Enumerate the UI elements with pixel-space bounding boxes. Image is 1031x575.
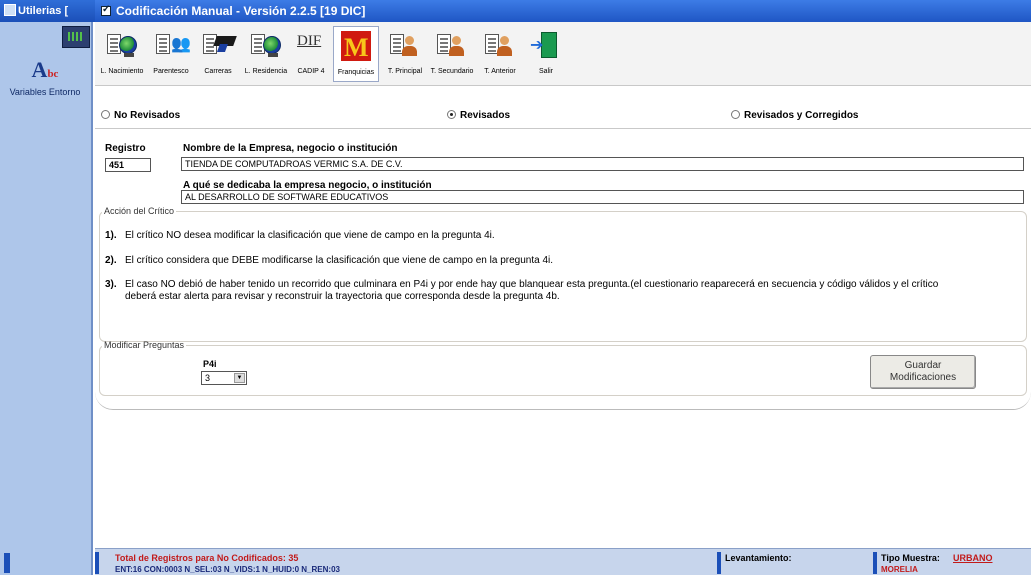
toolbar-label: T. Secundario bbox=[430, 68, 474, 75]
toolbar-label: Parentesco bbox=[153, 68, 189, 75]
toolbar-btn-carreras[interactable]: Carreras bbox=[195, 26, 241, 82]
toolbar-btn-l-nacimiento[interactable]: L. Nacimiento bbox=[99, 26, 145, 82]
actividad-field[interactable]: AL DESARROLLO DE SOFTWARE EDUCATIVOS bbox=[181, 190, 1024, 204]
toolbar-label: Carreras bbox=[204, 68, 232, 75]
toolbar-label: T. Anterior bbox=[484, 68, 516, 75]
accion-option-2[interactable]: 2). El crítico considera que DEBE modific… bbox=[105, 255, 947, 267]
toolbar-label: T. Principal bbox=[387, 68, 423, 75]
accion-critico-group: Acción del Crítico bbox=[99, 206, 1027, 342]
toolbar-btn-salir[interactable]: Salir bbox=[523, 26, 569, 82]
option-number: 1). bbox=[105, 230, 117, 241]
toolbar-btn-parentesco[interactable]: 👥 Parentesco bbox=[148, 26, 194, 82]
window-titlebar: Codificación Manual - Versión 2.2.5 [19 … bbox=[95, 0, 1031, 22]
status-marker bbox=[717, 552, 721, 574]
status-marker bbox=[873, 552, 877, 574]
app-icon bbox=[4, 4, 16, 16]
status-ciudad: MORELIA bbox=[881, 565, 918, 574]
toolbar-label: L. Residencia bbox=[244, 68, 288, 75]
status-tipo-muestra-label: Tipo Muestra: bbox=[881, 553, 940, 563]
radio-revisados[interactable]: Revisados bbox=[447, 110, 510, 121]
status-levantamiento: Levantamiento: bbox=[725, 553, 792, 563]
divider bbox=[95, 128, 1031, 129]
left-panel: Abc Variables Entorno bbox=[0, 22, 93, 575]
radio-label: No Revisados bbox=[114, 110, 181, 121]
panel-bottom-border bbox=[95, 388, 1031, 410]
outer-window-title: Utilerias [ bbox=[18, 5, 69, 17]
document-graduation-cap-icon bbox=[201, 30, 237, 60]
p4i-select[interactable]: 3 ▼ bbox=[201, 371, 247, 385]
p4i-label: P4i bbox=[203, 359, 217, 369]
document-globe-icon bbox=[249, 30, 283, 60]
toolbar-btn-t-principal[interactable]: T. Principal bbox=[382, 26, 428, 82]
toolbar-label: Salir bbox=[538, 68, 553, 75]
toolbar: L. Nacimiento 👥 Parentesco Carreras L. R… bbox=[95, 22, 1031, 86]
toolbar-label: CADIP 4 bbox=[297, 68, 325, 75]
p4i-value: 3 bbox=[205, 373, 211, 383]
outer-window-titlebar: Utilerias [ bbox=[0, 0, 95, 22]
accion-option-1[interactable]: 1). El crítico NO desea modificar la clas… bbox=[105, 230, 947, 242]
radio-circle bbox=[731, 110, 740, 119]
document-person-icon bbox=[388, 30, 422, 60]
registro-label: Registro bbox=[105, 143, 146, 154]
variables-entorno-item[interactable]: Abc Variables Entorno bbox=[0, 57, 90, 97]
chevron-down-icon[interactable]: ▼ bbox=[234, 373, 245, 383]
abc-icon: Abc bbox=[31, 57, 59, 82]
radio-label: Revisados y Corregidos bbox=[744, 110, 859, 121]
option-text: El caso NO debió de haber tenido un reco… bbox=[125, 279, 939, 302]
option-text: El crítico NO desea modificar la clasifi… bbox=[125, 230, 495, 241]
grid-icon bbox=[68, 32, 84, 41]
empresa-label: Nombre de la Empresa, negocio o instituc… bbox=[183, 143, 398, 154]
empresa-field[interactable]: TIENDA DE COMPUTADROAS VERMIC S.A. DE C.… bbox=[181, 157, 1024, 171]
grid-view-button[interactable] bbox=[62, 26, 90, 48]
status-bar: Total de Registros para No Codificados: … bbox=[95, 548, 1031, 575]
status-counts: ENT:16 CON:0003 N_SEL:03 N_VIDS:1 N_HUID… bbox=[115, 565, 340, 574]
registro-field[interactable]: 451 bbox=[105, 158, 151, 172]
window-title: Codificación Manual - Versión 2.2.5 [19 … bbox=[116, 4, 366, 18]
accion-critico-legend: Acción del Crítico bbox=[104, 206, 175, 216]
document-person-icon bbox=[435, 30, 469, 60]
left-panel-scroll-marker bbox=[4, 553, 10, 573]
radio-circle-selected bbox=[447, 110, 456, 119]
radio-revisados-corregidos[interactable]: Revisados y Corregidos bbox=[731, 110, 858, 121]
option-number: 3). bbox=[105, 279, 117, 290]
option-text: El crítico considera que DEBE modificars… bbox=[125, 255, 554, 266]
radio-circle bbox=[101, 110, 110, 119]
document-person-icon bbox=[483, 30, 517, 60]
status-tipo-muestra-value: URBANO bbox=[953, 553, 993, 563]
toolbar-btn-franquicias[interactable]: M Franquicias bbox=[333, 26, 379, 82]
toolbar-btn-cadip4[interactable]: DIF CADIP 4 bbox=[288, 26, 334, 82]
accion-option-3[interactable]: 3). El caso NO debió de haber tenido un r… bbox=[105, 279, 947, 303]
status-marker bbox=[95, 552, 99, 574]
guardar-modificaciones-button[interactable]: Guardar Modificaciones bbox=[870, 355, 976, 389]
document-globe-icon bbox=[105, 30, 139, 60]
codificacion-window: Codificación Manual - Versión 2.2.5 [19 … bbox=[95, 0, 1031, 575]
variables-entorno-label: Variables Entorno bbox=[9, 87, 81, 97]
document-people-icon: 👥 bbox=[154, 30, 191, 60]
toolbar-btn-l-residencia[interactable]: L. Residencia bbox=[243, 26, 289, 82]
toolbar-btn-t-secundario[interactable]: T. Secundario bbox=[429, 26, 475, 82]
mcdonalds-logo-icon: M bbox=[339, 31, 373, 62]
radio-label: Revisados bbox=[460, 110, 511, 121]
status-total: Total de Registros para No Codificados: … bbox=[115, 553, 299, 563]
toolbar-label: L. Nacimiento bbox=[100, 68, 144, 75]
dif-icon: DIF bbox=[297, 33, 322, 49]
radio-no-revisados[interactable]: No Revisados bbox=[101, 110, 180, 121]
toolbar-label: Franquicias bbox=[337, 69, 375, 76]
window-icon bbox=[101, 4, 111, 16]
exit-door-icon bbox=[529, 30, 563, 60]
modificar-preguntas-legend: Modificar Preguntas bbox=[104, 340, 185, 350]
option-number: 2). bbox=[105, 255, 117, 266]
toolbar-btn-t-anterior[interactable]: T. Anterior bbox=[477, 26, 523, 82]
